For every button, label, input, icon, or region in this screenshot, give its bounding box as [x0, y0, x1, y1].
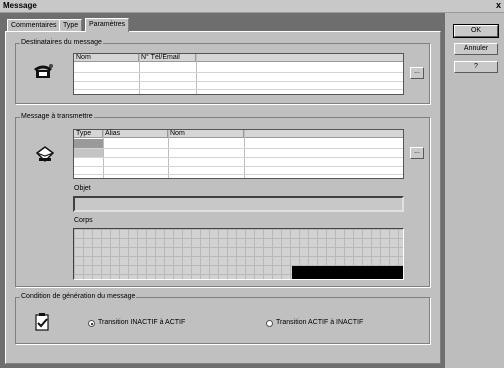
- tab-type[interactable]: Type: [59, 19, 83, 31]
- column-header-nom[interactable]: Nom: [168, 130, 244, 138]
- recipients-phone-icon: [34, 64, 53, 78]
- tab-parametres[interactable]: Paramètres: [85, 18, 130, 32]
- tab-commentaires[interactable]: Commentaires: [7, 19, 61, 31]
- recipients-table[interactable]: Nom N° Tél/Email: [73, 53, 404, 95]
- radio-actif-to-inactif[interactable]: [266, 320, 273, 327]
- column-header-phone-email[interactable]: N° Tél/Email: [139, 54, 196, 62]
- condition-legend: Condition de génération du message: [20, 293, 137, 301]
- cancel-button[interactable]: Annuler: [454, 43, 498, 55]
- selected-cell[interactable]: [74, 139, 103, 148]
- column-header-nom[interactable]: Nom: [74, 54, 139, 62]
- column-header-type[interactable]: Type: [74, 130, 103, 138]
- message-browse-button[interactable]: ...: [410, 147, 424, 159]
- message-legend: Message à transmettre: [20, 113, 94, 121]
- radio-inactif-to-actif[interactable]: [88, 320, 95, 327]
- body-block: [292, 266, 403, 279]
- table-cell[interactable]: [74, 148, 103, 157]
- close-icon[interactable]: x: [496, 0, 501, 10]
- condition-group: Condition de génération du message: [15, 293, 430, 344]
- window-title: Message: [3, 1, 37, 10]
- body-field[interactable]: [73, 228, 404, 280]
- message-envelope-icon: [35, 146, 55, 163]
- recipients-browse-button[interactable]: ...: [410, 67, 424, 79]
- object-field[interactable]: [73, 196, 404, 212]
- recipients-legend: Destinataires du message: [20, 39, 103, 47]
- title-bar: Message x: [0, 0, 504, 13]
- body-label: Corps: [74, 217, 93, 224]
- clipboard-check-icon: [35, 313, 49, 331]
- help-button[interactable]: ?: [454, 61, 498, 73]
- object-label: Objet: [74, 185, 91, 192]
- radio-label[interactable]: Transition ACTIF à INACTIF: [276, 319, 363, 326]
- column-header-alias[interactable]: Alias: [103, 130, 168, 138]
- ok-button[interactable]: OK: [453, 24, 499, 38]
- radio-label[interactable]: Transition INACTIF à ACTIF: [98, 319, 185, 326]
- message-table[interactable]: Type Alias Nom: [73, 129, 404, 179]
